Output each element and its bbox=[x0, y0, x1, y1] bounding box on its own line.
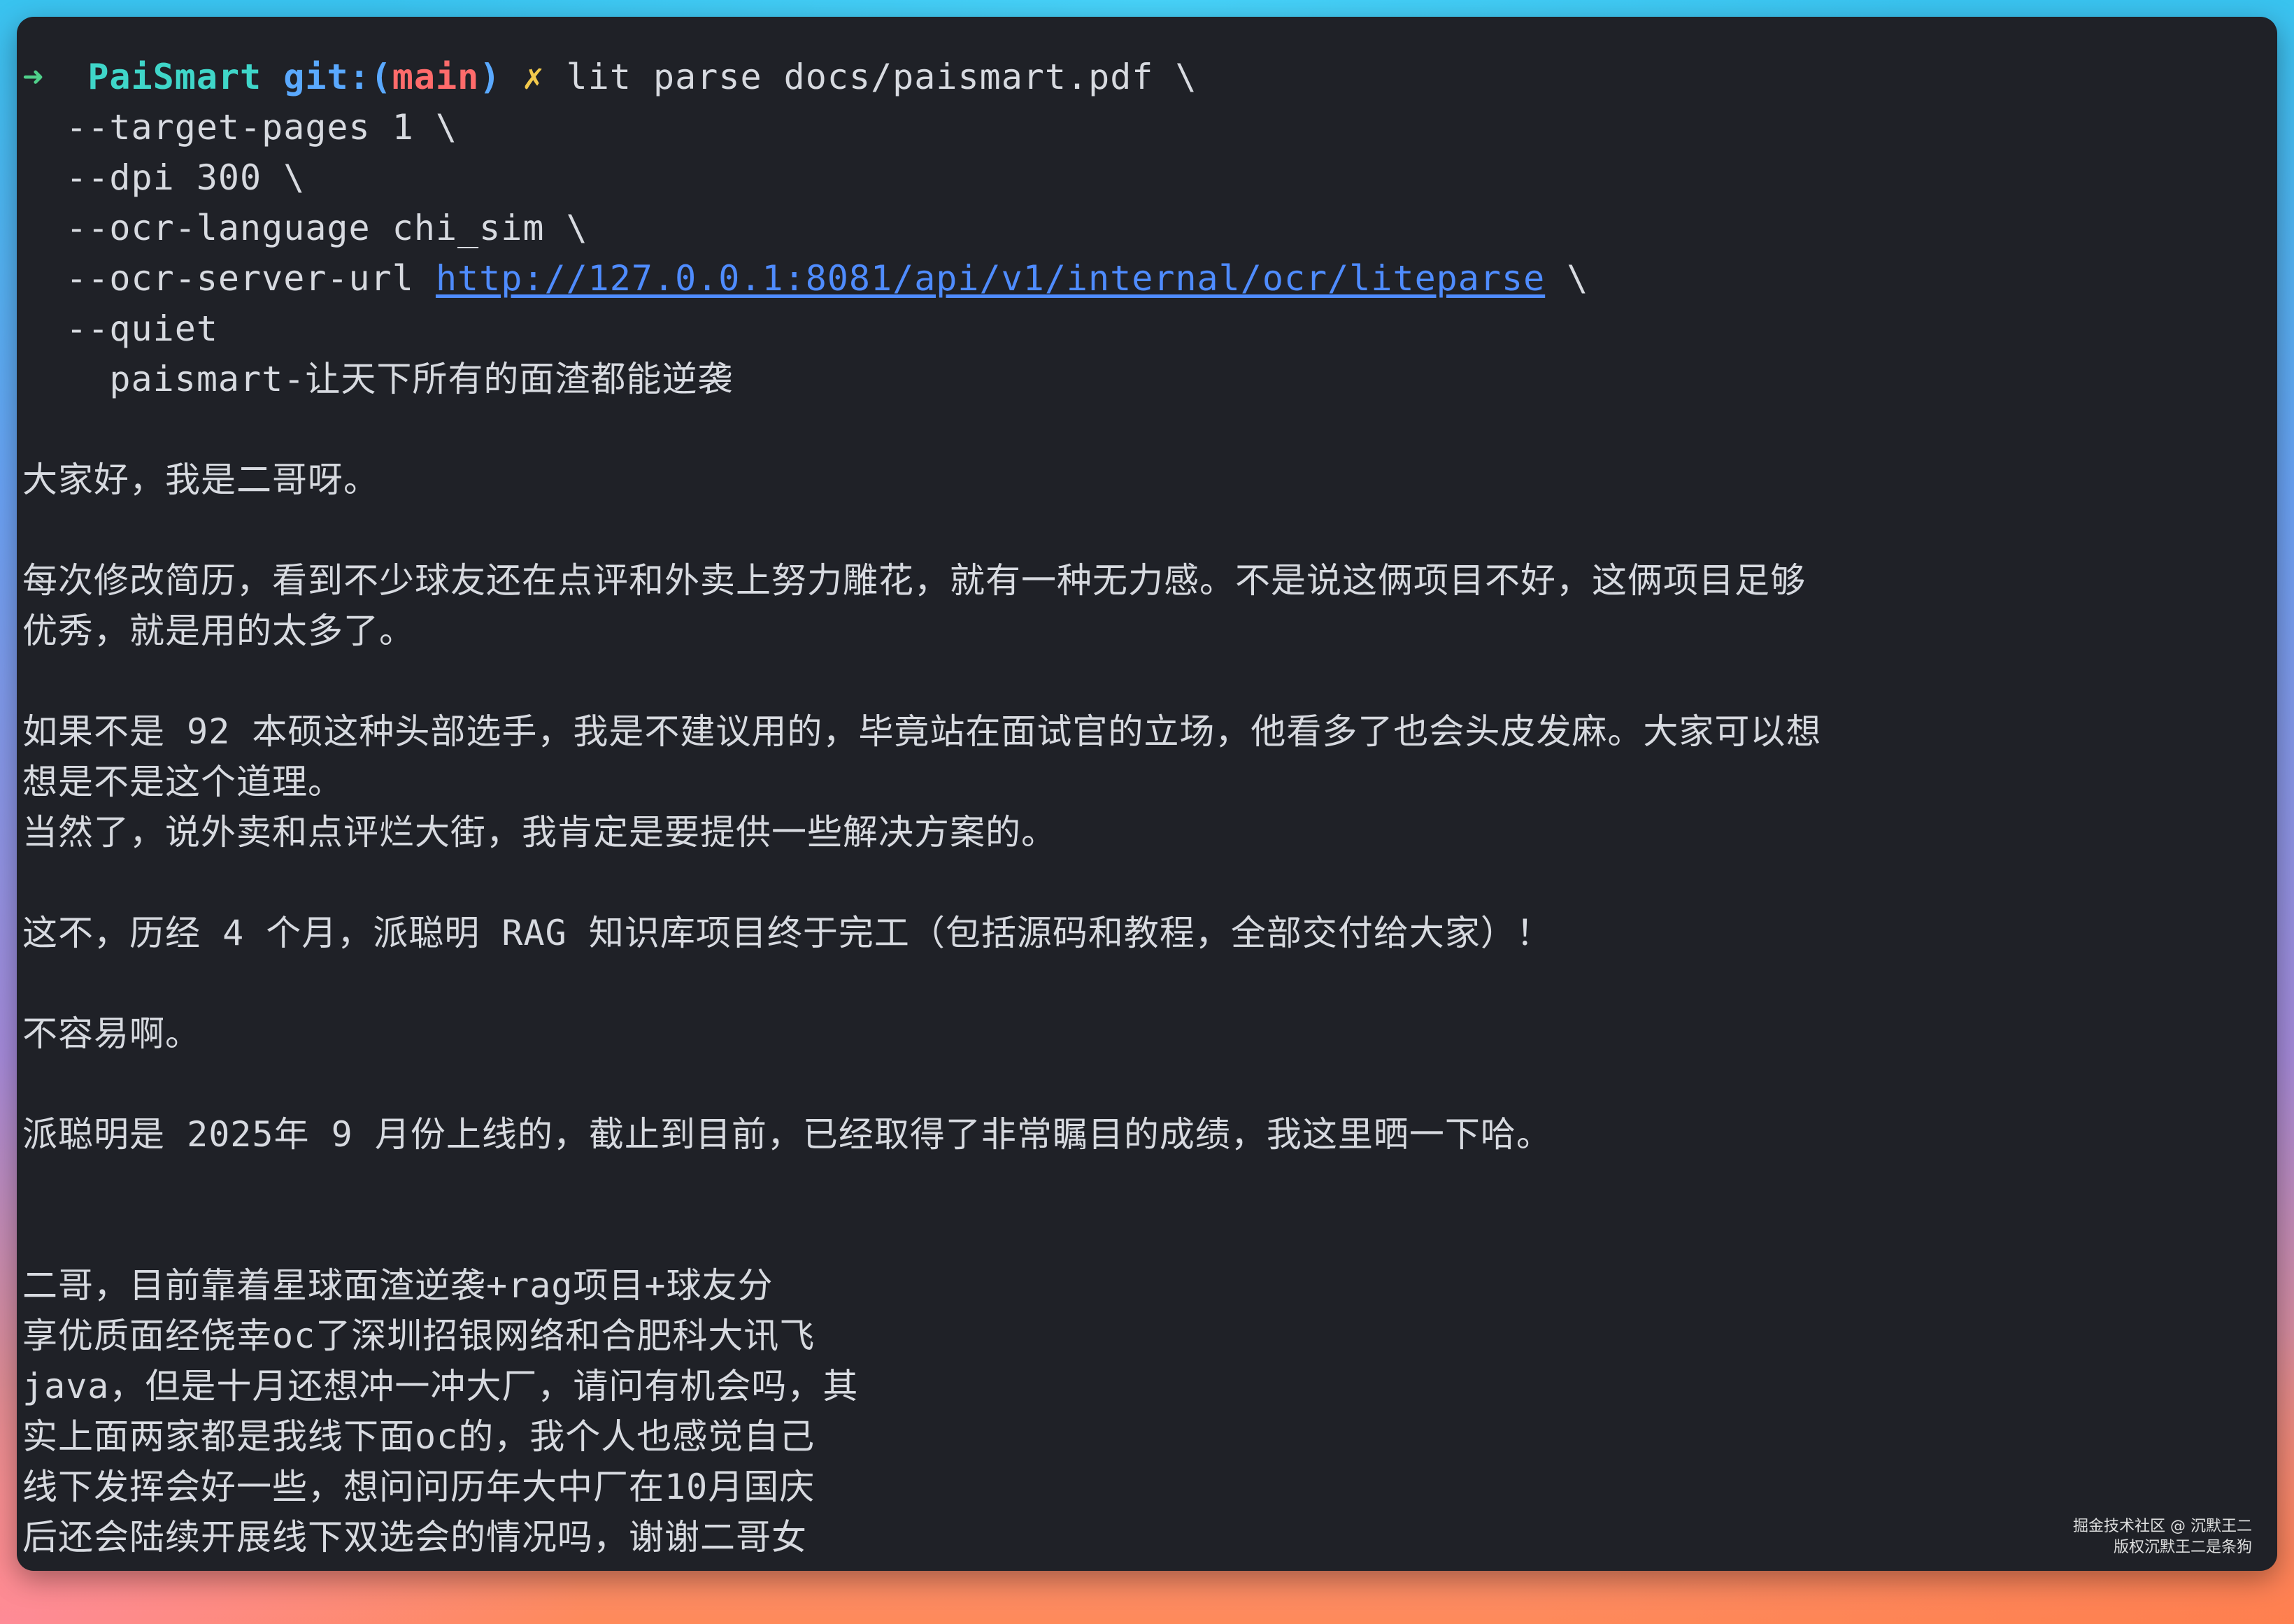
command-line-6: --quiet bbox=[22, 308, 218, 349]
output-line: 不容易啊。 bbox=[22, 1013, 201, 1054]
prompt-arrow-icon: ➜ bbox=[22, 57, 45, 97]
prompt-git-close: ) bbox=[479, 57, 501, 97]
output-line: 大家好，我是二哥呀。 bbox=[22, 460, 379, 500]
output-line: 如果不是 92 本硕这种头部选手，我是不建议用的，毕竟站在面试官的立场，他看多了… bbox=[22, 711, 1822, 752]
command-line-4: --ocr-language chi_sim \ bbox=[22, 208, 588, 248]
command-line-3: --dpi 300 \ bbox=[22, 157, 306, 198]
command-line-5: --ocr-server-url http://127.0.0.1:8081/a… bbox=[22, 253, 2249, 304]
ocr-server-flag: --ocr-server-url bbox=[22, 258, 436, 299]
output-line: 享优质面经侥幸oc了深圳招银网络和合肥科大讯飞 bbox=[22, 1316, 815, 1356]
watermark-line-2: 版权沉默王二是条狗 bbox=[2113, 1539, 2252, 1556]
output-line: paismart-让天下所有的面渣都能逆袭 bbox=[22, 359, 734, 399]
watermark: 掘金技术社区 @ 沉默王二 版权沉默王二是条狗 bbox=[2073, 1516, 2252, 1558]
output-line: 这不，历经 4 个月，派聪明 RAG 知识库项目终于完工（包括源码和教程，全部交… bbox=[22, 913, 1552, 953]
output-line: 线下发挥会好一些，想问问历年大中厂在10月国庆 bbox=[22, 1467, 815, 1507]
output-line: 想是不是这个道理。 bbox=[22, 762, 343, 802]
output-line: 当然了，说外卖和点评烂大街，我肯定是要提供一些解决方案的。 bbox=[22, 812, 1057, 853]
watermark-line-1: 掘金技术社区 @ 沉默王二 bbox=[2073, 1518, 2252, 1535]
output-line: 优秀，就是用的太多了。 bbox=[22, 611, 415, 651]
command-output: paismart-让天下所有的面渣都能逆袭 大家好，我是二哥呀。每次修改简历，看到… bbox=[22, 354, 2249, 1562]
output-line: 每次修改简历，看到不少球友还在点评和外卖上努力雕花，就有一种无力感。不是说这俩项… bbox=[22, 560, 1806, 601]
prompt-branch: main bbox=[392, 57, 480, 97]
prompt-directory: PaiSmart bbox=[87, 57, 262, 97]
command-text: lit parse docs/paismart.pdf \ bbox=[566, 57, 1197, 97]
output-line: 派聪明是 2025年 9 月份上线的，截止到目前，已经取得了非常瞩目的成绩，我这… bbox=[22, 1114, 1552, 1155]
ocr-server-url-link[interactable]: http://127.0.0.1:8081/api/v1/internal/oc… bbox=[436, 258, 1545, 299]
output-line: java，但是十月还想冲一冲大厂，请问有机会吗，其 bbox=[22, 1366, 859, 1406]
line-continuation: \ bbox=[1545, 258, 1589, 299]
dirty-marker-icon: ✗ bbox=[522, 57, 545, 97]
command-line-2: --target-pages 1 \ bbox=[22, 107, 458, 148]
terminal-window[interactable]: ➜ PaiSmart git:(main) ✗ lit parse docs/p… bbox=[17, 17, 2277, 1571]
command-line-1: ➜ PaiSmart git:(main) ✗ lit parse docs/p… bbox=[22, 52, 2249, 102]
terminal-content[interactable]: ➜ PaiSmart git:(main) ✗ lit parse docs/p… bbox=[22, 52, 2249, 1562]
output-line: 实上面两家都是我线下面oc的，我个人也感觉自己 bbox=[22, 1416, 815, 1457]
output-line: 后还会陆续开展线下双选会的情况吗，谢谢二哥女 bbox=[22, 1517, 807, 1558]
prompt-git-label: git:( bbox=[283, 57, 392, 97]
output-line: 二哥，目前靠着星球面渣逆袭+rag项目+球友分 bbox=[22, 1265, 774, 1306]
